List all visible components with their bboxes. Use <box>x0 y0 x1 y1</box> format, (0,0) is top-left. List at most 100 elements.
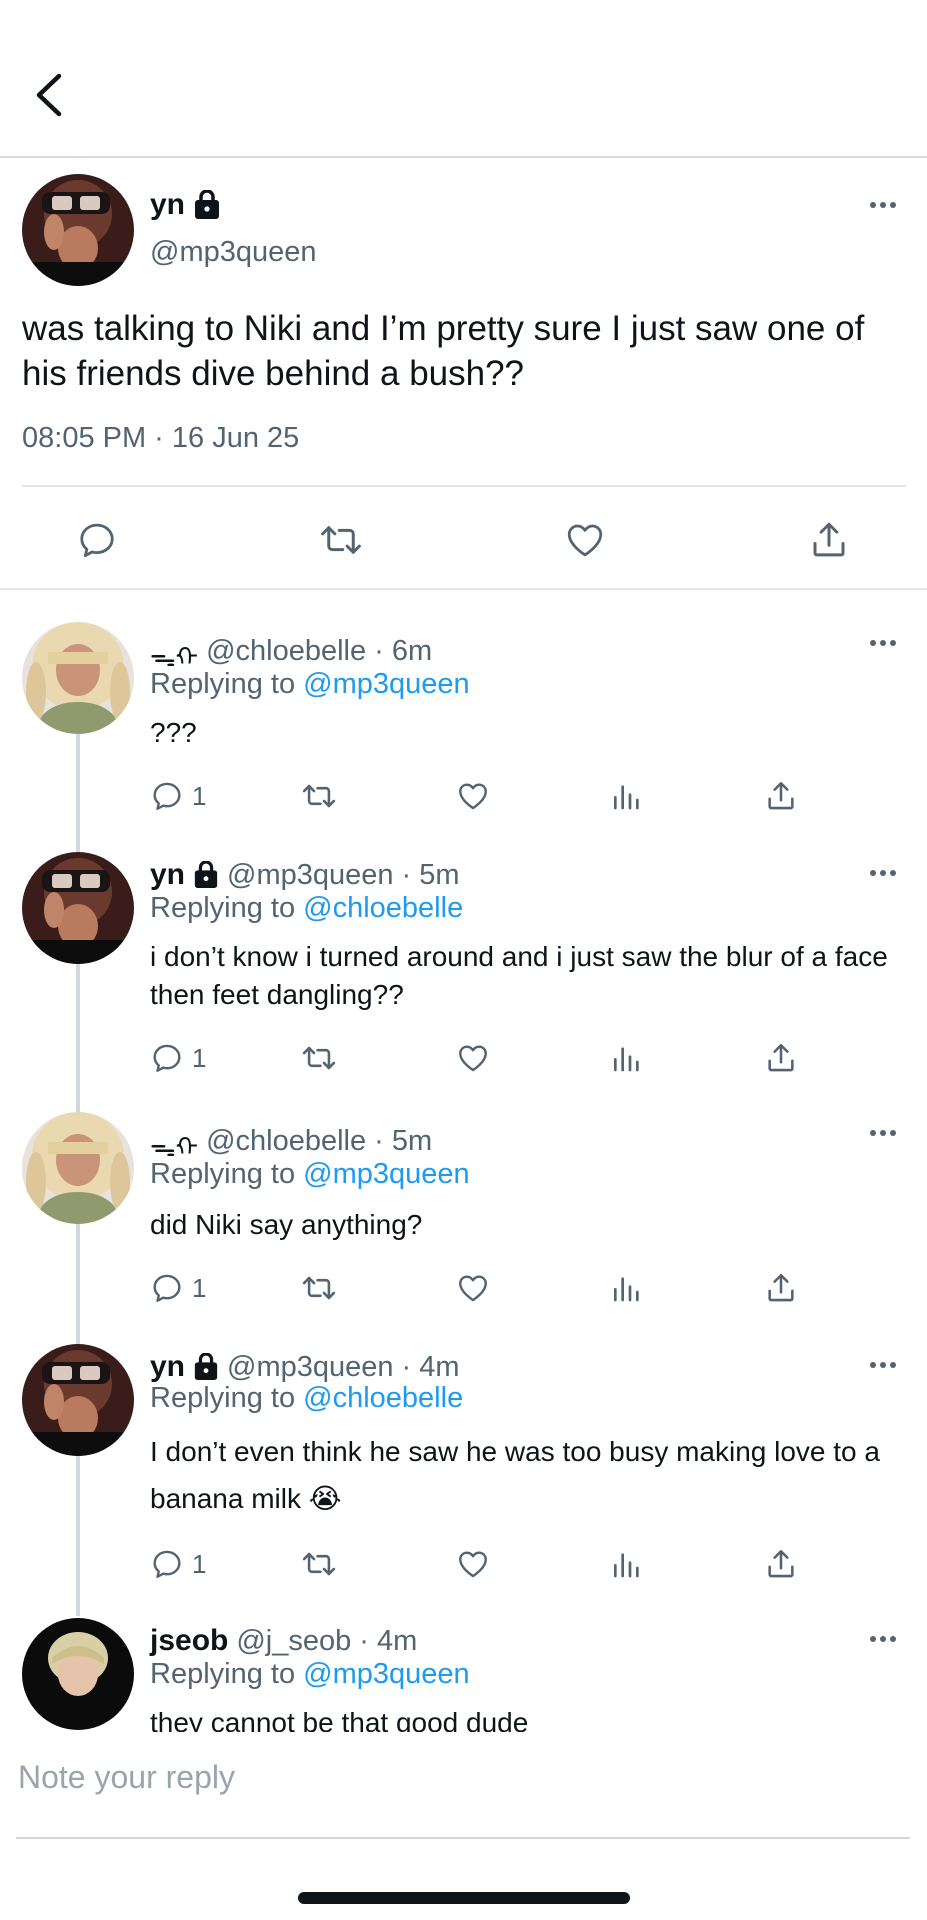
back-button[interactable] <box>26 70 70 120</box>
like-button[interactable] <box>455 1544 491 1584</box>
like-button[interactable] <box>455 776 491 816</box>
reply-time: · 5m <box>374 1124 433 1157</box>
reply-time: · 4m <box>401 1350 460 1383</box>
reply-header: yn @mp3queen · 5m <box>150 858 460 892</box>
reply-text: i don’t know i turned around and i just … <box>150 941 888 1010</box>
share-button[interactable] <box>804 515 854 565</box>
share-icon <box>813 522 845 557</box>
more-icon <box>870 202 896 208</box>
reply-handle[interactable]: @chloebelle <box>206 1125 366 1158</box>
reply-time: · 4m <box>359 1624 418 1657</box>
reply-icon <box>153 1550 181 1578</box>
reply-handle[interactable]: @mp3queen <box>227 859 394 892</box>
reply-name: jseob <box>150 1624 229 1657</box>
more-icon <box>870 870 896 876</box>
like-button[interactable] <box>455 1268 491 1308</box>
reply-button[interactable]: 1 <box>150 776 206 816</box>
reply-tweet: ᯓᡣ @chloebelle · 6m Replying to @mp3quee… <box>0 622 927 868</box>
share-icon <box>768 1549 794 1578</box>
analytics-button[interactable] <box>610 776 642 816</box>
reply-button[interactable]: 1 <box>150 1268 206 1308</box>
retweet-icon <box>302 784 336 808</box>
reply-handle[interactable]: @j_seob <box>236 1625 351 1658</box>
retweet-button[interactable] <box>300 1544 338 1584</box>
analytics-button[interactable] <box>610 1038 642 1078</box>
replying-to-link[interactable]: @chloebelle <box>303 1382 463 1414</box>
replying-to-link[interactable]: @chloebelle <box>303 892 463 924</box>
lock-icon <box>195 190 220 219</box>
reply-actions: 1 <box>150 1268 830 1308</box>
reply-icon <box>153 1044 181 1072</box>
retweet-button[interactable] <box>316 515 366 565</box>
lock-icon <box>194 861 218 888</box>
like-button[interactable] <box>455 1038 491 1078</box>
replying-to-link[interactable]: @mp3queen <box>303 668 470 700</box>
divider <box>0 588 927 590</box>
more-options-button[interactable] <box>869 1630 897 1648</box>
avatar-jseob[interactable] <box>22 1618 134 1730</box>
reply-time: · 6m <box>374 634 433 667</box>
more-options-button[interactable] <box>869 864 897 882</box>
reply-name: yn <box>150 858 186 891</box>
more-icon <box>870 1130 896 1136</box>
replying-to: Replying to @mp3queen <box>150 1158 470 1191</box>
reply-tweet: ᯓᡣ @chloebelle · 5m Replying to @mp3quee… <box>0 1112 927 1356</box>
retweet-button[interactable] <box>300 1268 338 1308</box>
reply-tweet: jseob @j_seob · 4m Replying to @mp3queen… <box>0 1618 927 1732</box>
replying-to-link[interactable]: @mp3queen <box>303 1158 470 1190</box>
author-name-text: yn <box>150 188 186 221</box>
home-indicator[interactable] <box>298 1892 630 1904</box>
analytics-icon <box>614 1553 639 1578</box>
reply-input[interactable] <box>18 1750 898 1804</box>
more-options-button[interactable] <box>869 1124 897 1142</box>
share-button[interactable] <box>764 1544 798 1584</box>
reply-header: jseob @j_seob · 4m <box>150 1624 417 1658</box>
heart-icon <box>459 783 487 810</box>
analytics-button[interactable] <box>610 1268 642 1308</box>
reply-button[interactable]: 1 <box>150 1544 206 1584</box>
author-handle: @mp3queen <box>150 236 317 268</box>
replying-to: Replying to @mp3queen <box>150 1658 470 1691</box>
replying-to: Replying to @chloebelle <box>150 1382 463 1415</box>
retweet-icon <box>321 526 361 554</box>
share-icon <box>768 1043 794 1072</box>
reply-count: 1 <box>192 1272 207 1303</box>
heart-icon <box>567 524 603 557</box>
replying-to-link[interactable]: @mp3queen <box>303 1658 470 1690</box>
thread-line <box>76 734 80 868</box>
more-icon <box>870 1362 896 1368</box>
more-options-button[interactable] <box>869 1356 897 1374</box>
reply-count: 1 <box>192 1548 207 1579</box>
reply-button[interactable] <box>72 515 122 565</box>
analytics-button[interactable] <box>610 1544 642 1584</box>
reply-tweet: yn @mp3queen · 5m Replying to @chloebell… <box>0 852 927 1116</box>
replying-to: Replying to @mp3queen <box>150 668 470 701</box>
reply-text: I don’t even think he saw he was too bus… <box>150 1436 880 1514</box>
like-button[interactable] <box>560 515 610 565</box>
more-options-button[interactable] <box>869 634 897 652</box>
reply-icon <box>153 782 181 810</box>
tweet-text: was talking to Niki and I’m pretty sure … <box>22 309 865 393</box>
share-icon <box>768 781 794 810</box>
reply-text: did Niki say anything? <box>150 1209 423 1240</box>
avatar-chloebelle[interactable] <box>22 622 134 734</box>
replying-prefix: Replying to <box>150 1158 304 1190</box>
share-button[interactable] <box>764 776 798 816</box>
retweet-button[interactable] <box>300 776 338 816</box>
more-options-button[interactable] <box>869 196 897 214</box>
divider <box>16 1837 910 1839</box>
share-button[interactable] <box>764 1268 798 1308</box>
reply-handle[interactable]: @mp3queen <box>227 1351 394 1384</box>
heart-icon <box>459 1275 487 1302</box>
author-name: yn <box>150 188 221 222</box>
avatar-yn[interactable] <box>22 852 134 964</box>
share-button[interactable] <box>764 1038 798 1078</box>
retweet-button[interactable] <box>300 1038 338 1078</box>
reply-button[interactable]: 1 <box>150 1038 206 1078</box>
share-icon <box>768 1273 794 1302</box>
avatar-yn[interactable] <box>22 174 134 286</box>
avatar-chloebelle[interactable] <box>22 1112 134 1224</box>
reply-handle[interactable]: @chloebelle <box>206 635 366 668</box>
thread-line <box>76 964 80 1116</box>
avatar-yn[interactable] <box>22 1344 134 1456</box>
